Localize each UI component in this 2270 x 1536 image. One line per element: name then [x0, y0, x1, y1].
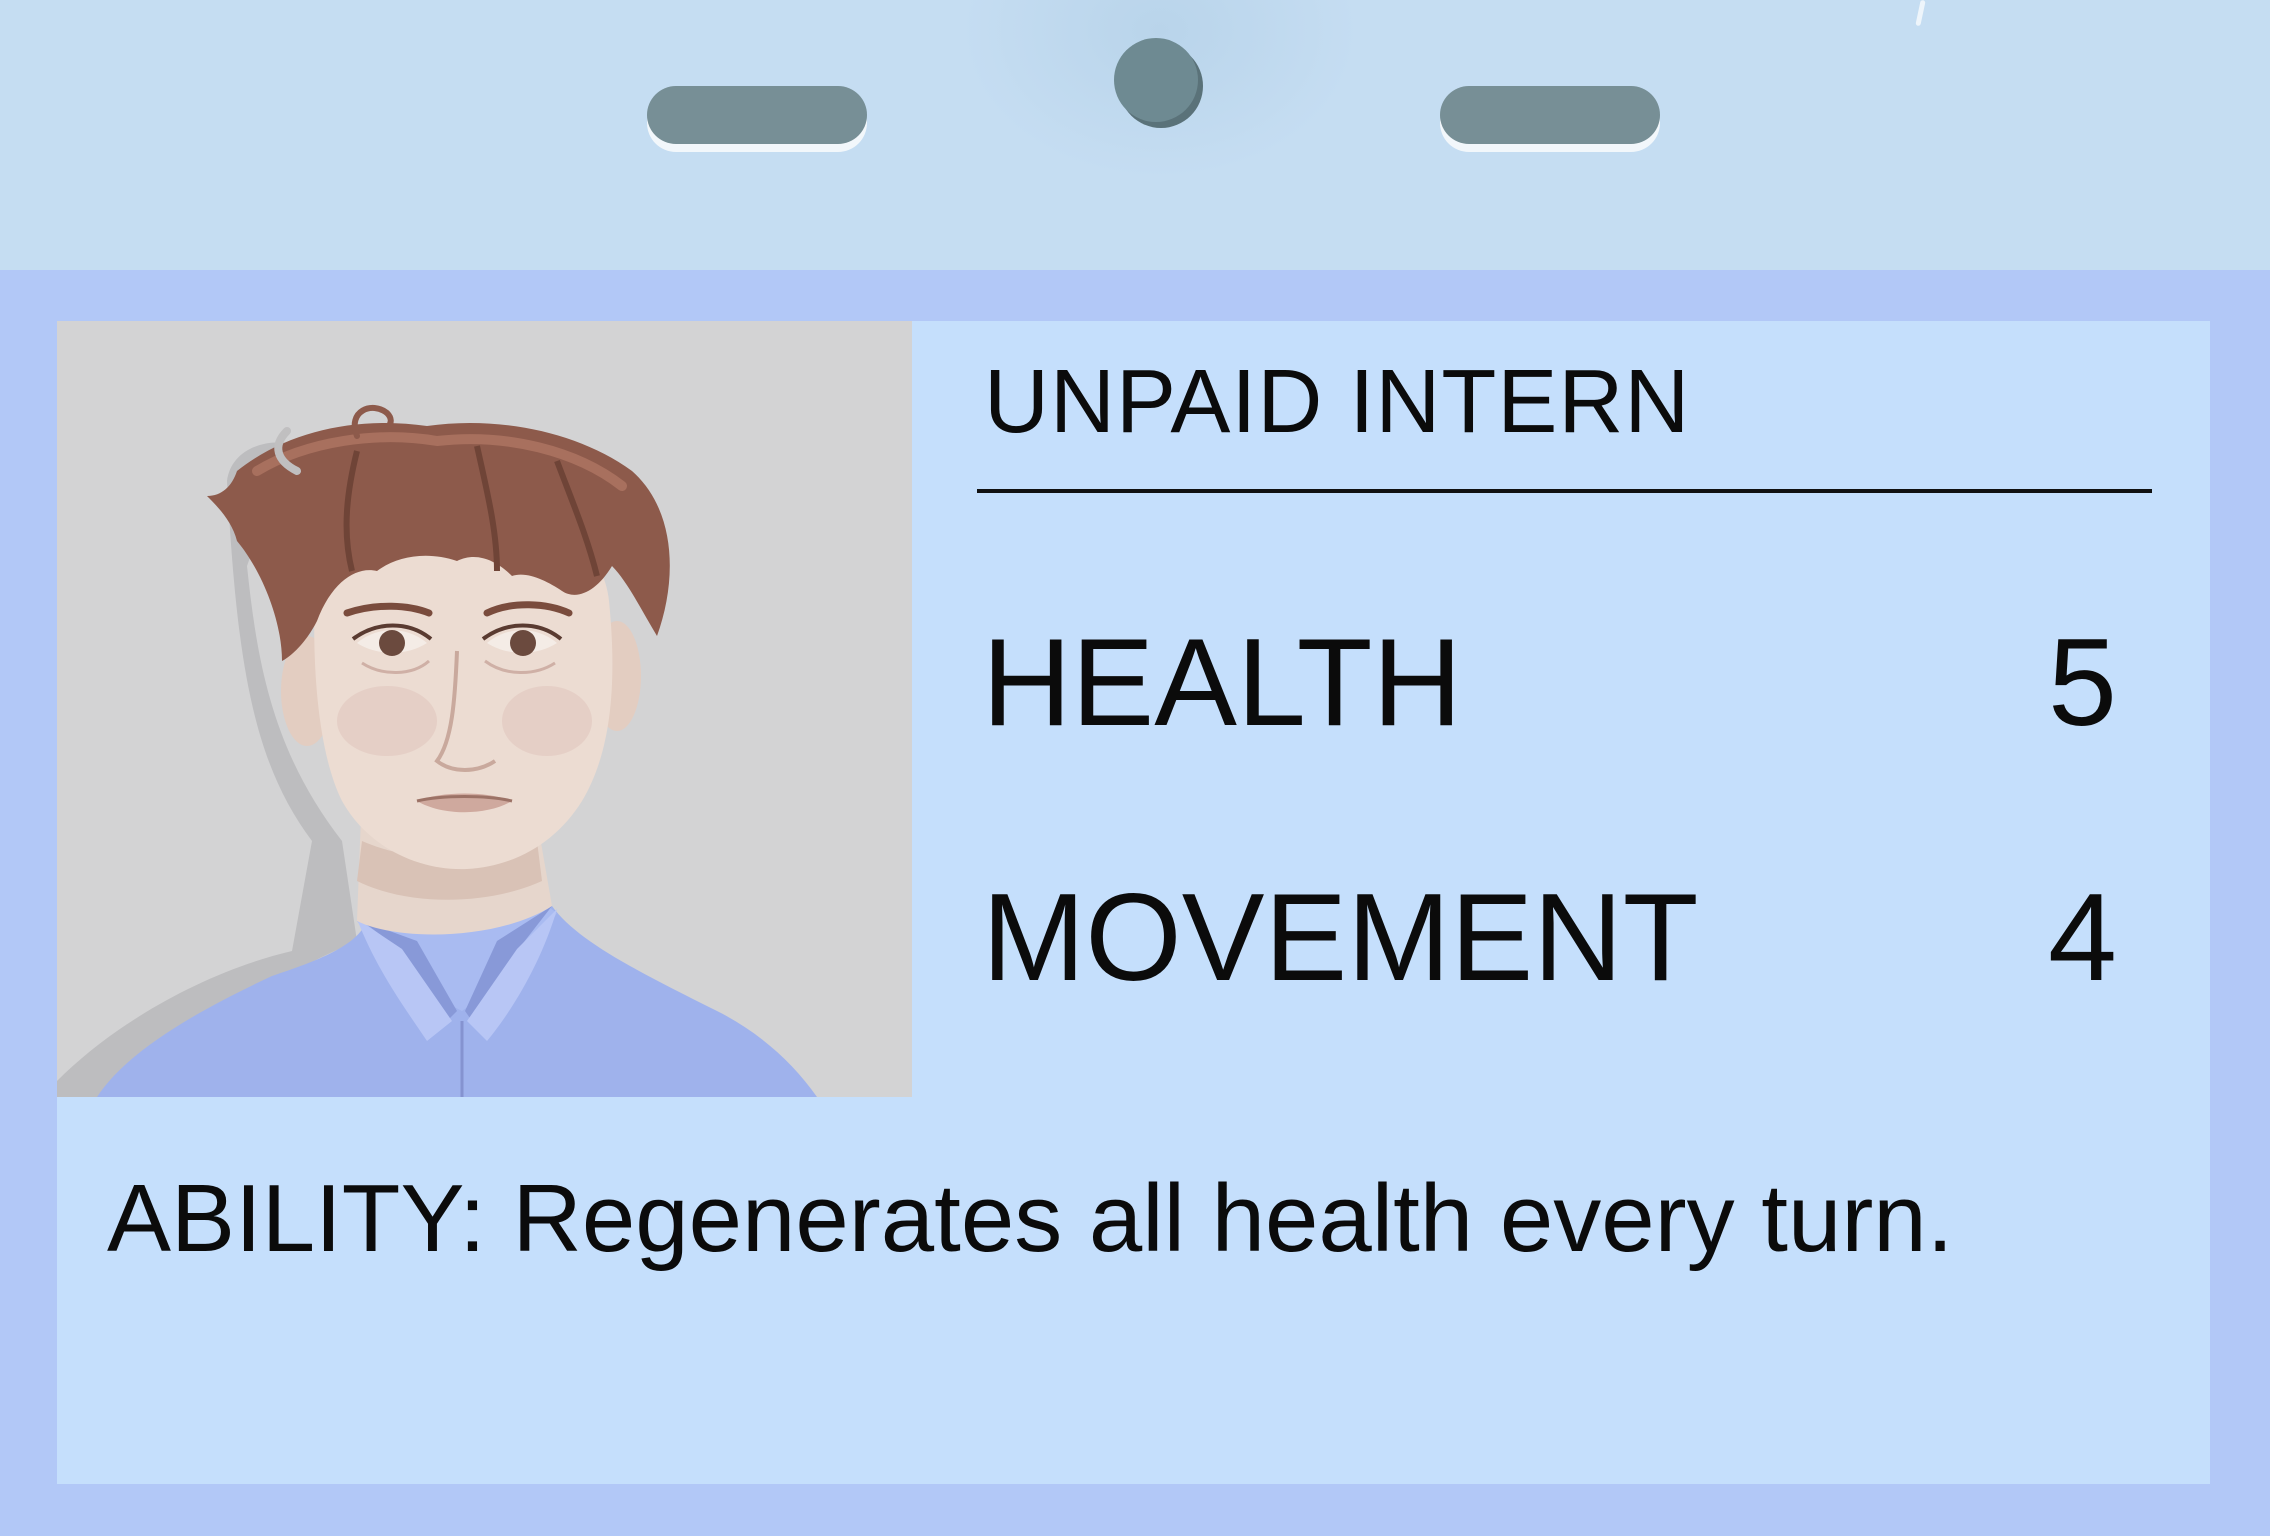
character-portrait	[57, 321, 912, 1097]
lanyard-hole	[1114, 38, 1198, 122]
intern-portrait-illustration	[57, 405, 817, 1097]
character-card: UNPAID INTERN HEALTH 5 MOVEMENT 4 ABILIT…	[57, 321, 2210, 1484]
ability-text: ABILITY: Regenerates all health every tu…	[107, 1165, 1954, 1272]
badge-clip	[0, 0, 2270, 270]
health-label: HEALTH	[982, 614, 1463, 752]
name-divider	[977, 489, 2152, 493]
lanyard-slot-right	[1440, 86, 1660, 144]
health-value: 5	[2048, 614, 2117, 752]
movement-label: MOVEMENT	[982, 869, 1699, 1007]
clip-highlight	[1915, 0, 1926, 27]
id-badge: UNPAID INTERN HEALTH 5 MOVEMENT 4 ABILIT…	[0, 0, 2270, 1536]
lanyard-slot-left	[647, 86, 867, 144]
movement-value: 4	[2048, 869, 2117, 1007]
character-name: UNPAID INTERN	[984, 352, 1691, 452]
